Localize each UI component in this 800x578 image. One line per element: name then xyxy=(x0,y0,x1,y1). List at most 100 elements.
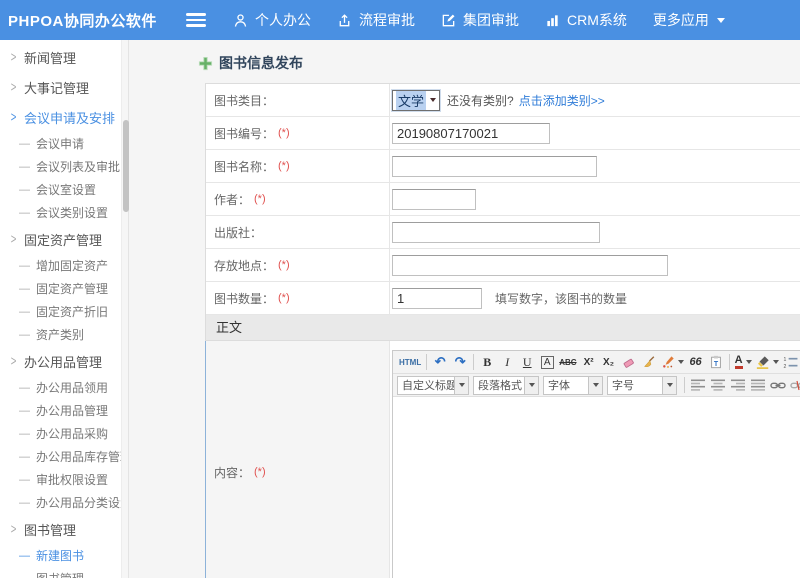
svg-text:T: T xyxy=(713,361,718,368)
page-title: 图书信息发布 xyxy=(198,53,800,73)
quantity-label: 图书数量： xyxy=(214,290,274,307)
quantity-input[interactable] xyxy=(392,288,482,309)
caret-down-icon xyxy=(588,377,602,394)
sidebar-item-8[interactable]: >固定资产管理 xyxy=(0,224,128,254)
align-center-icon[interactable] xyxy=(708,376,728,395)
nav-item-5[interactable]: 更多应用 xyxy=(640,0,738,40)
sidebar-item-13[interactable]: >办公用品管理 xyxy=(0,346,128,376)
sidebar-item-5[interactable]: —会议列表及审批 xyxy=(0,155,128,178)
caret-down-icon xyxy=(662,377,676,394)
dash-icon: — xyxy=(19,573,30,578)
add-category-link[interactable]: 点击添加类别>> xyxy=(519,92,605,109)
sidebar-item-18[interactable]: —审批权限设置 xyxy=(0,468,128,491)
book-no-label: 图书编号： xyxy=(214,125,274,142)
clear-format-broom-icon[interactable] xyxy=(639,353,659,372)
strikethrough-icon[interactable]: ABC xyxy=(557,353,578,372)
sidebar-item-6[interactable]: —会议室设置 xyxy=(0,178,128,201)
sidebar-item-22[interactable]: —图书管理 xyxy=(0,567,128,578)
required-marker: (*) xyxy=(278,292,290,304)
nav-item-label: 更多应用 xyxy=(653,10,709,30)
hamburger-icon[interactable] xyxy=(186,13,206,27)
font-size-select[interactable]: 字号 xyxy=(607,376,677,395)
category-select[interactable]: 文学 xyxy=(392,90,440,111)
select-caret-icon xyxy=(430,98,436,102)
redo-icon[interactable]: ↷ xyxy=(450,353,470,372)
dropdown-label: 自定义标题 xyxy=(398,377,454,393)
sidebar-item-9[interactable]: — 增加固定资产 xyxy=(0,254,128,277)
align-left-icon[interactable] xyxy=(688,376,708,395)
bold-icon[interactable]: B xyxy=(477,353,497,372)
ordered-list-icon[interactable]: 12 xyxy=(781,353,800,372)
sidebar-item-label: 会议类别设置 xyxy=(36,204,108,221)
font-color-icon[interactable]: A xyxy=(733,353,754,372)
sidebar-item-2[interactable]: >大事记管理 xyxy=(0,72,128,102)
sidebar-item-15[interactable]: —办公用品管理 xyxy=(0,399,128,422)
font-border-icon[interactable]: A xyxy=(537,353,557,372)
highlight-color-icon[interactable] xyxy=(754,353,781,372)
sidebar-item-12[interactable]: —资产类别 xyxy=(0,323,128,346)
nav-item-2[interactable]: 流程审批 xyxy=(324,0,428,40)
required-marker: (*) xyxy=(254,193,266,205)
dropdown-label: 段落格式 xyxy=(474,377,524,393)
sidebar-menu: >新闻管理>大事记管理>会议申请及安排—会议申请—会议列表及审批—会议室设置—会… xyxy=(0,40,129,578)
main-content: 图书信息发布 图书类目： 文学 还没有类别? 点击添加类别>> 图书编号： (*… xyxy=(129,40,800,578)
link-icon[interactable] xyxy=(768,376,788,395)
author-input[interactable] xyxy=(392,189,476,210)
location-input[interactable] xyxy=(392,255,668,276)
paste-text-icon[interactable]: T xyxy=(706,353,726,372)
nav-item-label: CRM系统 xyxy=(567,10,627,30)
format-eraser-icon[interactable] xyxy=(619,353,639,372)
sidebar-item-17[interactable]: —办公用品库存管理 xyxy=(0,445,128,468)
dash-icon: — xyxy=(19,428,30,440)
sidebar-item-label: 大事记管理 xyxy=(24,78,89,97)
sidebar-scrollbar[interactable] xyxy=(121,40,128,578)
sidebar-item-3[interactable]: >会议申请及安排 xyxy=(0,102,128,132)
sidebar-item-16[interactable]: —办公用品采购 xyxy=(0,422,128,445)
book-no-input[interactable] xyxy=(392,123,550,144)
book-name-input[interactable] xyxy=(392,156,597,177)
sidebar-item-21[interactable]: —新建图书 xyxy=(0,544,128,567)
sidebar-item-10[interactable]: —固定资产管理 xyxy=(0,277,128,300)
toolbar-separator xyxy=(426,354,427,370)
editor-content-area[interactable] xyxy=(393,397,800,578)
dash-icon: — xyxy=(19,497,30,509)
sidebar-item-1[interactable]: >新闻管理 xyxy=(0,42,128,72)
paragraph-format-select[interactable]: 段落格式 xyxy=(473,376,539,395)
sidebar-item-4[interactable]: —会议申请 xyxy=(0,132,128,155)
publisher-input[interactable] xyxy=(392,222,600,243)
nav-item-3[interactable]: 集团审批 xyxy=(428,0,532,40)
custom-title-select[interactable]: 自定义标题 xyxy=(397,376,469,395)
paint-format-icon[interactable] xyxy=(659,353,686,372)
html-source-icon[interactable]: HTML xyxy=(397,353,423,372)
sidebar-item-7[interactable]: —会议类别设置 xyxy=(0,201,128,224)
underline-icon[interactable]: U xyxy=(517,353,537,372)
sidebar-item-20[interactable]: >图书管理 xyxy=(0,514,128,544)
nav-item-4[interactable]: CRM系统 xyxy=(532,0,640,40)
sidebar-item-label: 固定资产折旧 xyxy=(36,303,108,320)
sidebar-item-19[interactable]: —办公用品分类设置 xyxy=(0,491,128,514)
font-family-select[interactable]: 字体 xyxy=(543,376,603,395)
align-justify-icon[interactable] xyxy=(748,376,768,395)
unlink-icon[interactable] xyxy=(788,376,800,395)
blockquote-icon[interactable]: 66 xyxy=(686,353,706,372)
italic-icon[interactable]: I xyxy=(497,353,517,372)
sidebar-scrollbar-thumb[interactable] xyxy=(123,120,129,212)
subscript-icon[interactable]: X₂ xyxy=(599,353,619,372)
superscript-icon[interactable]: X² xyxy=(579,353,599,372)
undo-icon[interactable]: ↶ xyxy=(430,353,450,372)
align-right-icon[interactable] xyxy=(728,376,748,395)
sidebar-item-label: 固定资产管理 xyxy=(36,280,108,297)
page-title-text: 图书信息发布 xyxy=(219,53,303,73)
sidebar-item-label: 增加固定资产 xyxy=(36,257,108,274)
nav-item-label: 个人办公 xyxy=(255,10,311,30)
nav-item-1[interactable]: 个人办公 xyxy=(220,0,324,40)
chevron-right-icon: > xyxy=(11,521,17,537)
dash-icon: — xyxy=(19,260,30,272)
sidebar-item-14[interactable]: —办公用品领用 xyxy=(0,376,128,399)
sidebar-item-label: 固定资产管理 xyxy=(24,230,102,249)
required-marker: (*) xyxy=(254,466,266,478)
rich-text-editor: HTML↶↷BIUAABCX²X₂66TA12 自定义标题段落格式字体字号 xyxy=(392,350,800,578)
sidebar-item-11[interactable]: —固定资产折旧 xyxy=(0,300,128,323)
bar-chart-icon xyxy=(545,13,560,28)
app-logo: PHPOA协同办公软件 xyxy=(8,10,180,31)
